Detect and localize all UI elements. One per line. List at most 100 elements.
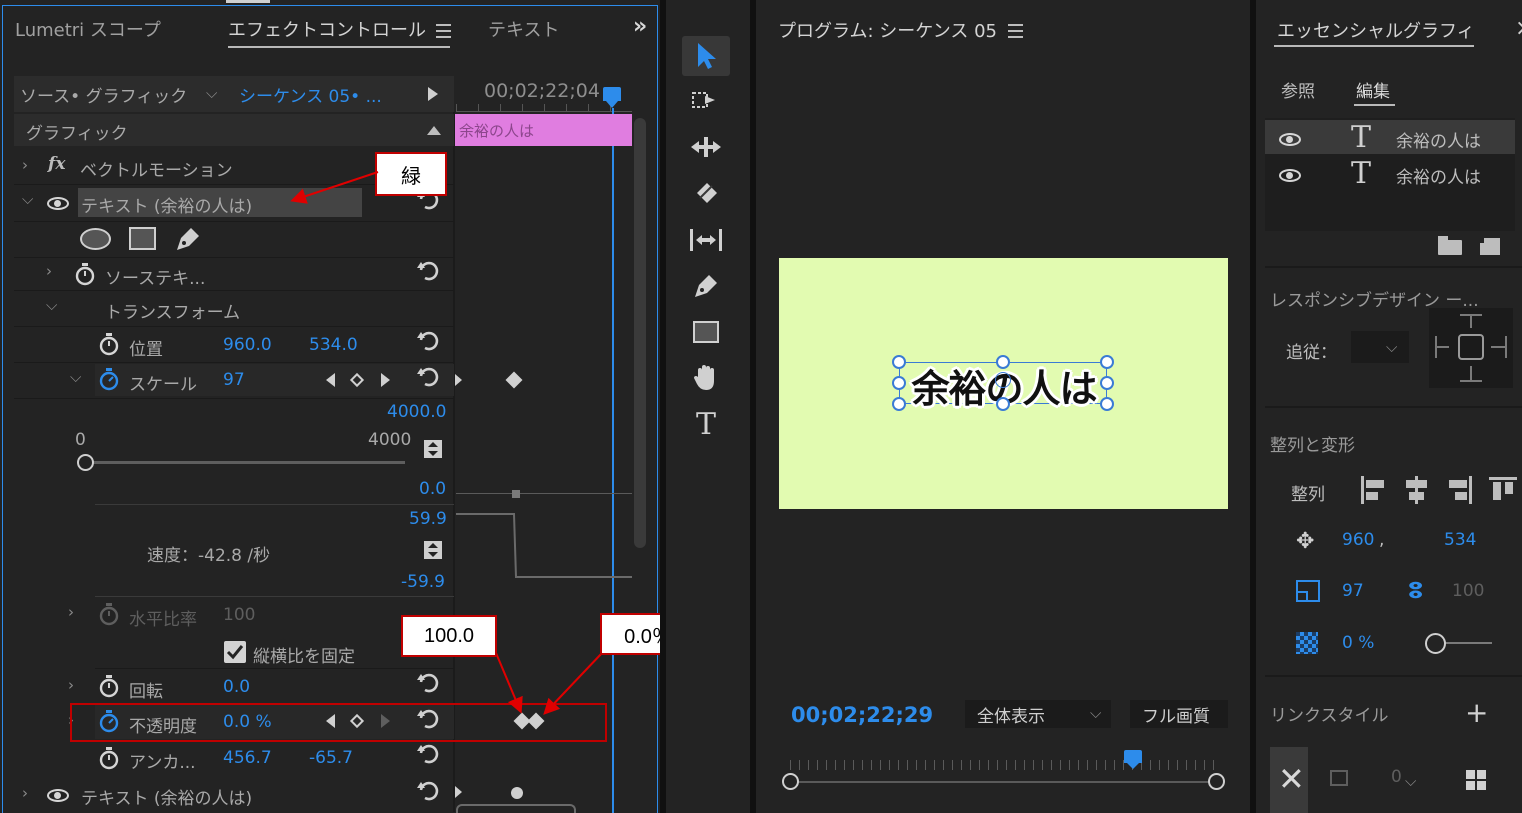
transform-handle[interactable] (892, 355, 906, 369)
program-timecode[interactable]: 00;02;22;29 (791, 703, 933, 727)
program-scrub-ruler[interactable] (790, 760, 1218, 770)
eye-icon[interactable] (47, 197, 69, 210)
collapse-chevron-icon[interactable]: ⌵ (70, 368, 81, 386)
close-icon[interactable]: ✕ (1278, 760, 1305, 798)
eye-icon[interactable] (47, 789, 69, 802)
hamburger-icon[interactable] (1008, 24, 1023, 38)
align-top-icon[interactable] (1489, 477, 1517, 500)
updown-icon[interactable] (424, 541, 442, 559)
program-scrub-bar[interactable] (790, 781, 1218, 783)
align-right-icon[interactable] (1449, 476, 1472, 504)
timeline-scrollbar[interactable] (634, 118, 646, 548)
ripple-edit-tool-icon[interactable] (682, 127, 730, 167)
align-left-icon[interactable] (1361, 476, 1384, 504)
collapse-chevron-icon[interactable]: ⌵ (22, 190, 33, 208)
hamburger-icon[interactable] (436, 24, 451, 38)
transform-handle[interactable] (892, 397, 906, 411)
double-chevron-right-icon[interactable]: » (633, 14, 647, 39)
opacity-slider-handle[interactable] (1425, 633, 1446, 654)
pin-bottom-icon[interactable] (1460, 366, 1482, 382)
expand-chevron-icon[interactable]: › (22, 784, 28, 802)
stopwatch-icon[interactable] (98, 332, 120, 356)
anchor-y-value[interactable]: -65.7 (309, 748, 353, 768)
track-select-tool-icon[interactable] (682, 80, 730, 120)
tab-text[interactable]: テキスト (488, 16, 559, 42)
position-x-value[interactable]: 960 (1342, 530, 1374, 550)
tab-edit[interactable]: 編集 (1356, 77, 1390, 102)
prev-keyframe-icon[interactable] (326, 373, 335, 387)
scale-slider-track[interactable] (85, 461, 405, 464)
reset-icon[interactable] (415, 258, 441, 284)
essential-title[interactable]: エッセンシャルグラフィッ (1277, 17, 1477, 43)
transform-handle[interactable] (996, 397, 1010, 411)
next-keyframe-icon[interactable] (381, 373, 390, 387)
scale-slider-handle[interactable] (77, 454, 94, 471)
close-icon[interactable]: × (1515, 16, 1522, 41)
sequence-label[interactable]: シーケンス 05• ... (239, 82, 382, 107)
chevron-down-icon[interactable]: ⌵ (206, 84, 217, 102)
source-label[interactable]: ソース• グラフィック (20, 82, 187, 107)
tab-effect-controls[interactable]: エフェクトコントロール (228, 16, 426, 42)
transform-handle[interactable] (1100, 355, 1114, 369)
transform-handle[interactable] (892, 376, 906, 390)
expand-chevron-icon[interactable]: › (46, 262, 52, 280)
pin-left-icon[interactable] (1435, 336, 1449, 358)
move-icon[interactable]: ✥ (1296, 529, 1314, 554)
hand-tool-icon[interactable] (682, 358, 730, 398)
scrub-in-handle[interactable] (782, 773, 799, 790)
collapse-up-icon[interactable] (427, 126, 441, 135)
expand-chevron-icon[interactable]: › (68, 676, 74, 694)
folder-icon[interactable] (1438, 236, 1462, 255)
text-layer-2-keyframe[interactable] (511, 787, 523, 799)
reset-icon[interactable] (415, 328, 441, 354)
reset-icon[interactable] (415, 364, 441, 390)
scale-value[interactable]: 97 (223, 370, 245, 390)
pen-tool-icon[interactable] (682, 266, 730, 306)
opacity-value[interactable]: 0 % (1342, 633, 1374, 653)
tab-browse[interactable]: 参照 (1281, 77, 1315, 102)
selection-tool-icon[interactable] (682, 36, 730, 76)
anchor-point-icon[interactable] (995, 372, 1011, 388)
position-y-value[interactable]: 534.0 (309, 335, 358, 355)
position-x-value[interactable]: 960.0 (223, 335, 272, 355)
tab-lumetri-scope[interactable]: Lumetri スコープ (15, 16, 161, 42)
stopwatch-icon[interactable] (98, 674, 120, 698)
lock-aspect-checkbox[interactable] (224, 641, 246, 663)
grid-view-icon[interactable] (1466, 770, 1486, 790)
pin-center-icon[interactable] (1458, 334, 1484, 360)
ellipse-icon[interactable] (80, 228, 111, 250)
link-icon[interactable]: ⵓ (1408, 579, 1423, 604)
new-item-icon[interactable] (1480, 238, 1500, 255)
eye-icon[interactable] (1279, 169, 1301, 182)
plus-icon[interactable]: + (1465, 699, 1488, 727)
razor-tool-icon[interactable] (682, 174, 730, 214)
type-tool-icon[interactable]: T (682, 404, 730, 444)
pin-right-icon[interactable] (1491, 336, 1507, 358)
follow-select[interactable] (1351, 331, 1409, 363)
align-center-icon[interactable] (1406, 476, 1427, 504)
reset-icon[interactable] (415, 670, 441, 696)
anchor-x-value[interactable]: 456.7 (223, 748, 272, 768)
pen-icon[interactable] (173, 224, 203, 254)
rectangle-icon[interactable] (129, 227, 156, 250)
scrub-out-handle[interactable] (1208, 773, 1225, 790)
expand-chevron-icon[interactable]: › (22, 156, 28, 174)
playhead-marker-icon[interactable] (603, 87, 621, 101)
transform-handle[interactable] (996, 355, 1010, 369)
opacity-icon[interactable] (1296, 632, 1318, 654)
rotation-value[interactable]: 0.0 (223, 677, 250, 697)
program-title[interactable]: プログラム: シーケンス 05 (778, 17, 997, 43)
reset-icon[interactable] (415, 741, 441, 767)
pin-top-icon[interactable] (1460, 314, 1482, 328)
scale-icon[interactable] (1296, 580, 1320, 602)
transform-handle[interactable] (1100, 397, 1114, 411)
rectangle-tool-icon[interactable] (682, 312, 730, 352)
transform-handle[interactable] (1100, 376, 1114, 390)
collapse-chevron-icon[interactable]: ⌵ (46, 296, 57, 314)
horizontal-scrollbar[interactable] (456, 804, 576, 813)
program-playhead-icon[interactable] (1124, 750, 1142, 763)
eye-icon[interactable] (1279, 133, 1301, 146)
position-y-value[interactable]: 534 (1444, 530, 1476, 550)
scale-value[interactable]: 97 (1342, 581, 1364, 601)
stopwatch-icon[interactable] (74, 262, 96, 286)
